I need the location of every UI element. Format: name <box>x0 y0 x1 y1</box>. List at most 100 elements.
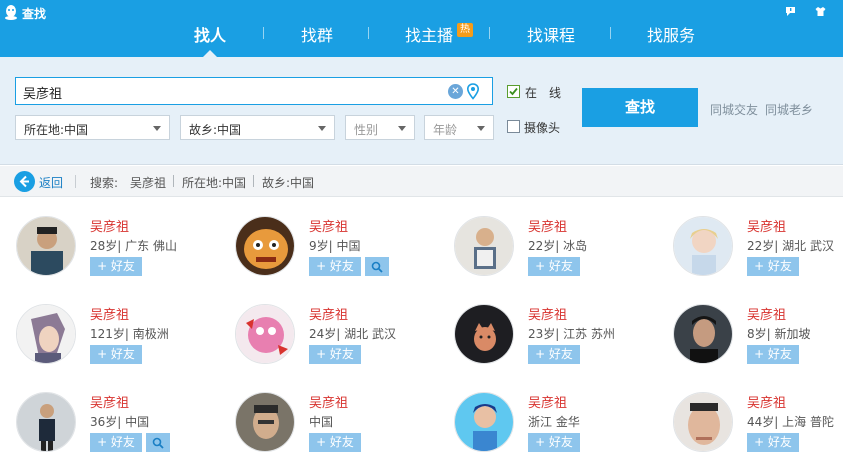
avatar[interactable] <box>454 304 514 364</box>
result-card: 吴彦祖 36岁| 中国 + 好友 <box>16 392 226 462</box>
add-friend-button[interactable]: + 好友 <box>747 433 799 452</box>
nav-divider <box>489 27 490 39</box>
online-checkbox[interactable] <box>507 85 520 98</box>
age-select[interactable]: 年龄 <box>424 115 494 140</box>
fellow-townsman-link[interactable]: 同城老乡 <box>765 101 813 118</box>
camera-checkbox[interactable] <box>507 120 520 133</box>
result-card: 吴彦祖 44岁| 上海 普陀 + 好友 <box>673 392 843 462</box>
result-info: 23岁| 江苏 苏州 <box>528 327 615 341</box>
add-friend-button[interactable]: + 好友 <box>747 257 799 276</box>
result-name[interactable]: 吴彦祖 <box>747 392 786 411</box>
result-card: 吴彦祖 9岁| 中国 + 好友 <box>235 216 445 286</box>
result-info: 9岁| 中国 <box>309 239 361 253</box>
chevron-down-icon <box>318 126 326 131</box>
criteria-location: 所在地:中国 <box>182 176 247 190</box>
result-name[interactable]: 吴彦祖 <box>528 216 567 235</box>
add-friend-button[interactable]: + 好友 <box>90 433 142 452</box>
search-icon <box>152 437 164 449</box>
hot-badge: 热 <box>457 23 473 37</box>
avatar[interactable] <box>454 392 514 452</box>
avatar[interactable] <box>16 392 76 452</box>
nav-divider <box>263 27 264 39</box>
add-friend-button[interactable]: + 好友 <box>309 433 361 452</box>
result-name[interactable]: 吴彦祖 <box>90 304 129 323</box>
hometown-select[interactable]: 故乡:中国 <box>180 115 335 140</box>
result-bar: 返回 搜索: 吴彦祖 所在地:中国 故乡:中国 <box>0 166 843 197</box>
result-info: 浙江 金华 <box>528 415 580 429</box>
category-nav: 找人 找群 找主播 热 找课程 找服务 <box>0 0 843 57</box>
chevron-down-icon <box>153 126 161 131</box>
result-name[interactable]: 吴彦祖 <box>309 216 348 235</box>
result-info: 24岁| 湖北 武汉 <box>309 327 396 341</box>
back-button[interactable] <box>14 171 35 192</box>
keyword-input[interactable] <box>23 82 423 102</box>
tab-find-people[interactable]: 找人 <box>194 22 226 46</box>
avatar[interactable] <box>673 216 733 276</box>
add-friend-button[interactable]: + 好友 <box>528 257 580 276</box>
avatar[interactable] <box>673 392 733 452</box>
result-name[interactable]: 吴彦祖 <box>309 304 348 323</box>
gender-select[interactable]: 性别 <box>345 115 415 140</box>
result-info: 中国 <box>309 415 334 429</box>
view-photo-button[interactable] <box>365 257 389 276</box>
avatar[interactable] <box>16 304 76 364</box>
result-info: 22岁| 冰岛 <box>528 239 588 253</box>
criteria-keyword: 吴彦祖 <box>130 176 167 190</box>
avatar[interactable] <box>235 216 295 276</box>
search-panel: ✕ 所在地:中国 故乡:中国 性别 年龄 在 线 摄像头 查找 同城交友 同城老… <box>0 57 843 165</box>
find-button[interactable]: 查找 <box>582 88 698 127</box>
result-name[interactable]: 吴彦祖 <box>528 392 567 411</box>
tab-find-services[interactable]: 找服务 <box>647 22 695 46</box>
hometown-value: 故乡:中国 <box>189 123 242 137</box>
result-card: 吴彦祖 22岁| 冰岛 + 好友 <box>454 216 664 286</box>
result-name[interactable]: 吴彦祖 <box>747 216 786 235</box>
location-pin-icon[interactable] <box>466 83 480 100</box>
tab-find-streamers[interactable]: 找主播 <box>405 22 453 46</box>
back-label[interactable]: 返回 <box>39 174 63 191</box>
arrow-left-icon <box>19 175 29 188</box>
result-card: 吴彦祖 8岁| 新加坡 + 好友 <box>673 304 843 374</box>
view-photo-button[interactable] <box>146 433 170 452</box>
add-friend-button[interactable]: + 好友 <box>528 345 580 364</box>
avatar[interactable] <box>454 216 514 276</box>
add-friend-button[interactable]: + 好友 <box>90 345 142 364</box>
tab-find-courses[interactable]: 找课程 <box>527 22 575 46</box>
result-info: 28岁| 广东 佛山 <box>90 239 177 253</box>
result-card: 吴彦祖 28岁| 广东 佛山 + 好友 <box>16 216 226 286</box>
tab-find-groups[interactable]: 找群 <box>301 22 333 46</box>
active-tab-indicator <box>203 50 217 57</box>
avatar[interactable] <box>235 392 295 452</box>
location-select[interactable]: 所在地:中国 <box>15 115 170 140</box>
add-friend-button[interactable]: + 好友 <box>309 345 361 364</box>
search-icon <box>371 261 383 273</box>
result-name[interactable]: 吴彦祖 <box>528 304 567 323</box>
result-card: 吴彦祖 23岁| 江苏 苏州 + 好友 <box>454 304 664 374</box>
add-friend-button[interactable]: + 好友 <box>747 345 799 364</box>
title-bar: 查找 找人 找群 找主播 热 找课程 找服务 <box>0 0 843 57</box>
result-name[interactable]: 吴彦祖 <box>309 392 348 411</box>
clear-icon[interactable]: ✕ <box>448 84 463 99</box>
avatar[interactable] <box>16 216 76 276</box>
avatar[interactable] <box>235 304 295 364</box>
result-card: 吴彦祖 浙江 金华 + 好友 <box>454 392 664 462</box>
age-placeholder: 年龄 <box>433 123 458 137</box>
checkmark-icon <box>509 87 518 96</box>
chevron-down-icon <box>398 126 406 131</box>
add-friend-button[interactable]: + 好友 <box>90 257 142 276</box>
avatar[interactable] <box>673 304 733 364</box>
result-name[interactable]: 吴彦祖 <box>747 304 786 323</box>
criteria-hometown: 故乡:中国 <box>262 176 315 190</box>
add-friend-button[interactable]: + 好友 <box>309 257 361 276</box>
result-card: 吴彦祖 121岁| 南极洲 + 好友 <box>16 304 226 374</box>
result-info: 36岁| 中国 <box>90 415 150 429</box>
result-card: 吴彦祖 22岁| 湖北 武汉 + 好友 <box>673 216 843 286</box>
search-criteria-label: 搜索: <box>90 176 119 190</box>
online-label: 在 线 <box>525 86 562 100</box>
result-info: 22岁| 湖北 武汉 <box>747 239 834 253</box>
result-name[interactable]: 吴彦祖 <box>90 216 129 235</box>
add-friend-button[interactable]: + 好友 <box>528 433 580 452</box>
result-name[interactable]: 吴彦祖 <box>90 392 129 411</box>
divider <box>253 175 254 187</box>
result-card: 吴彦祖 中国 + 好友 <box>235 392 445 462</box>
same-city-link[interactable]: 同城交友 <box>710 101 758 118</box>
